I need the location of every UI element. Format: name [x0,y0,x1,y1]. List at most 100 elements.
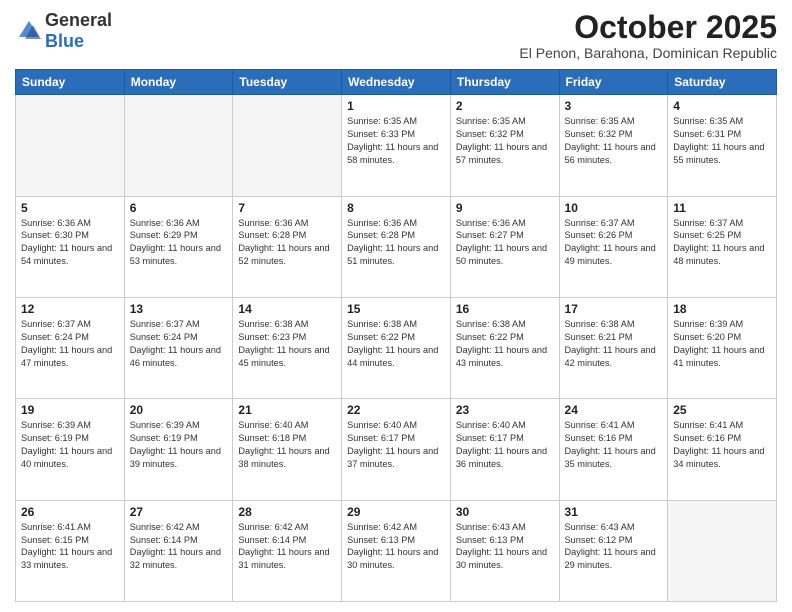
day-number: 20 [130,403,228,417]
col-thursday: Thursday [450,70,559,95]
col-friday: Friday [559,70,668,95]
day-info: Sunrise: 6:39 AMSunset: 6:20 PMDaylight:… [673,318,771,370]
day-info: Sunrise: 6:43 AMSunset: 6:13 PMDaylight:… [456,521,554,573]
day-cell: 28 Sunrise: 6:42 AMSunset: 6:14 PMDayligh… [233,500,342,601]
day-cell: 19 Sunrise: 6:39 AMSunset: 6:19 PMDayligh… [16,399,125,500]
day-number: 5 [21,201,119,215]
day-info: Sunrise: 6:37 AMSunset: 6:26 PMDaylight:… [565,217,663,269]
col-tuesday: Tuesday [233,70,342,95]
day-cell: 1Sunrise: 6:35 AMSunset: 6:33 PMDaylight… [342,95,451,196]
title-area: October 2025 El Penon, Barahona, Dominic… [519,10,777,61]
day-number: 25 [673,403,771,417]
day-number: 21 [238,403,336,417]
day-number: 13 [130,302,228,316]
day-info: Sunrise: 6:40 AMSunset: 6:17 PMDaylight:… [456,419,554,471]
day-info: Sunrise: 6:42 AMSunset: 6:14 PMDaylight:… [238,521,336,573]
calendar-body: 1Sunrise: 6:35 AMSunset: 6:33 PMDaylight… [16,95,777,602]
day-number: 26 [21,505,119,519]
day-number: 17 [565,302,663,316]
day-number: 3 [565,99,663,113]
day-cell: 25Sunrise: 6:41 AMSunset: 6:16 PMDayligh… [668,399,777,500]
day-cell: 3 Sunrise: 6:35 AMSunset: 6:32 PMDaylight… [559,95,668,196]
day-cell: 26 Sunrise: 6:41 AMSunset: 6:15 PMDayligh… [16,500,125,601]
day-cell: 29Sunrise: 6:42 AMSunset: 6:13 PMDayligh… [342,500,451,601]
day-cell: 21 Sunrise: 6:40 AMSunset: 6:18 PMDayligh… [233,399,342,500]
day-cell: 6Sunrise: 6:36 AMSunset: 6:29 PMDaylight… [124,196,233,297]
week-row-3: 12Sunrise: 6:37 AMSunset: 6:24 PMDayligh… [16,297,777,398]
week-row-5: 26 Sunrise: 6:41 AMSunset: 6:15 PMDayligh… [16,500,777,601]
day-info: Sunrise: 6:38 AMSunset: 6:22 PMDaylight:… [456,318,554,370]
day-number: 9 [456,201,554,215]
page: General Blue October 2025 El Penon, Bara… [0,0,792,612]
day-info: Sunrise: 6:36 AMSunset: 6:30 PMDaylight:… [21,217,119,269]
day-number: 4 [673,99,771,113]
day-number: 6 [130,201,228,215]
day-number: 30 [456,505,554,519]
day-info: Sunrise: 6:42 AMSunset: 6:14 PMDaylight:… [130,521,228,573]
day-info: Sunrise: 6:38 AMSunset: 6:22 PMDaylight:… [347,318,445,370]
day-info: Sunrise: 6:40 AMSunset: 6:18 PMDaylight:… [238,419,336,471]
day-info: Sunrise: 6:37 AMSunset: 6:24 PMDaylight:… [130,318,228,370]
day-cell [668,500,777,601]
day-info: Sunrise: 6:35 AMSunset: 6:31 PMDaylight:… [673,115,771,167]
day-info: Sunrise: 6:41 AMSunset: 6:16 PMDaylight:… [565,419,663,471]
day-info: Sunrise: 6:35 AMSunset: 6:33 PMDaylight:… [347,115,445,167]
logo: General Blue [15,10,112,52]
day-number: 14 [238,302,336,316]
day-cell: 14 Sunrise: 6:38 AMSunset: 6:23 PMDayligh… [233,297,342,398]
day-cell: 18 Sunrise: 6:39 AMSunset: 6:20 PMDayligh… [668,297,777,398]
day-info: Sunrise: 6:37 AMSunset: 6:25 PMDaylight:… [673,217,771,269]
day-cell: 11 Sunrise: 6:37 AMSunset: 6:25 PMDayligh… [668,196,777,297]
logo-general: General [45,10,112,30]
day-cell [124,95,233,196]
day-info: Sunrise: 6:39 AMSunset: 6:19 PMDaylight:… [130,419,228,471]
day-info: Sunrise: 6:38 AMSunset: 6:23 PMDaylight:… [238,318,336,370]
day-cell: 22Sunrise: 6:40 AMSunset: 6:17 PMDayligh… [342,399,451,500]
logo-icon [15,17,43,45]
day-cell: 8 Sunrise: 6:36 AMSunset: 6:28 PMDaylight… [342,196,451,297]
day-cell: 7 Sunrise: 6:36 AMSunset: 6:28 PMDaylight… [233,196,342,297]
day-number: 10 [565,201,663,215]
col-wednesday: Wednesday [342,70,451,95]
day-number: 7 [238,201,336,215]
day-info: Sunrise: 6:39 AMSunset: 6:19 PMDaylight:… [21,419,119,471]
day-cell: 30 Sunrise: 6:43 AMSunset: 6:13 PMDayligh… [450,500,559,601]
day-cell: 24 Sunrise: 6:41 AMSunset: 6:16 PMDayligh… [559,399,668,500]
day-number: 18 [673,302,771,316]
day-number: 15 [347,302,445,316]
day-info: Sunrise: 6:37 AMSunset: 6:24 PMDaylight:… [21,318,119,370]
day-info: Sunrise: 6:41 AMSunset: 6:15 PMDaylight:… [21,521,119,573]
day-info: Sunrise: 6:36 AMSunset: 6:28 PMDaylight:… [238,217,336,269]
week-row-2: 5 Sunrise: 6:36 AMSunset: 6:30 PMDaylight… [16,196,777,297]
calendar-title: October 2025 [519,10,777,45]
day-cell: 9 Sunrise: 6:36 AMSunset: 6:27 PMDaylight… [450,196,559,297]
day-number: 24 [565,403,663,417]
col-monday: Monday [124,70,233,95]
day-cell: 17Sunrise: 6:38 AMSunset: 6:21 PMDayligh… [559,297,668,398]
day-number: 2 [456,99,554,113]
header: General Blue October 2025 El Penon, Bara… [15,10,777,61]
col-sunday: Sunday [16,70,125,95]
day-number: 11 [673,201,771,215]
day-cell: 13 Sunrise: 6:37 AMSunset: 6:24 PMDayligh… [124,297,233,398]
day-cell: 23Sunrise: 6:40 AMSunset: 6:17 PMDayligh… [450,399,559,500]
day-number: 22 [347,403,445,417]
day-cell: 5 Sunrise: 6:36 AMSunset: 6:30 PMDaylight… [16,196,125,297]
day-info: Sunrise: 6:35 AMSunset: 6:32 PMDaylight:… [565,115,663,167]
day-cell: 31 Sunrise: 6:43 AMSunset: 6:12 PMDayligh… [559,500,668,601]
day-number: 19 [21,403,119,417]
day-number: 8 [347,201,445,215]
day-info: Sunrise: 6:36 AMSunset: 6:27 PMDaylight:… [456,217,554,269]
day-cell: 20 Sunrise: 6:39 AMSunset: 6:19 PMDayligh… [124,399,233,500]
day-info: Sunrise: 6:43 AMSunset: 6:12 PMDaylight:… [565,521,663,573]
day-info: Sunrise: 6:36 AMSunset: 6:28 PMDaylight:… [347,217,445,269]
day-cell: 16Sunrise: 6:38 AMSunset: 6:22 PMDayligh… [450,297,559,398]
day-cell: 2Sunrise: 6:35 AMSunset: 6:32 PMDaylight… [450,95,559,196]
day-number: 31 [565,505,663,519]
day-number: 28 [238,505,336,519]
calendar-table: Sunday Monday Tuesday Wednesday Thursday… [15,69,777,602]
day-info: Sunrise: 6:42 AMSunset: 6:13 PMDaylight:… [347,521,445,573]
day-cell [233,95,342,196]
day-cell: 4 Sunrise: 6:35 AMSunset: 6:31 PMDaylight… [668,95,777,196]
header-row: Sunday Monday Tuesday Wednesday Thursday… [16,70,777,95]
